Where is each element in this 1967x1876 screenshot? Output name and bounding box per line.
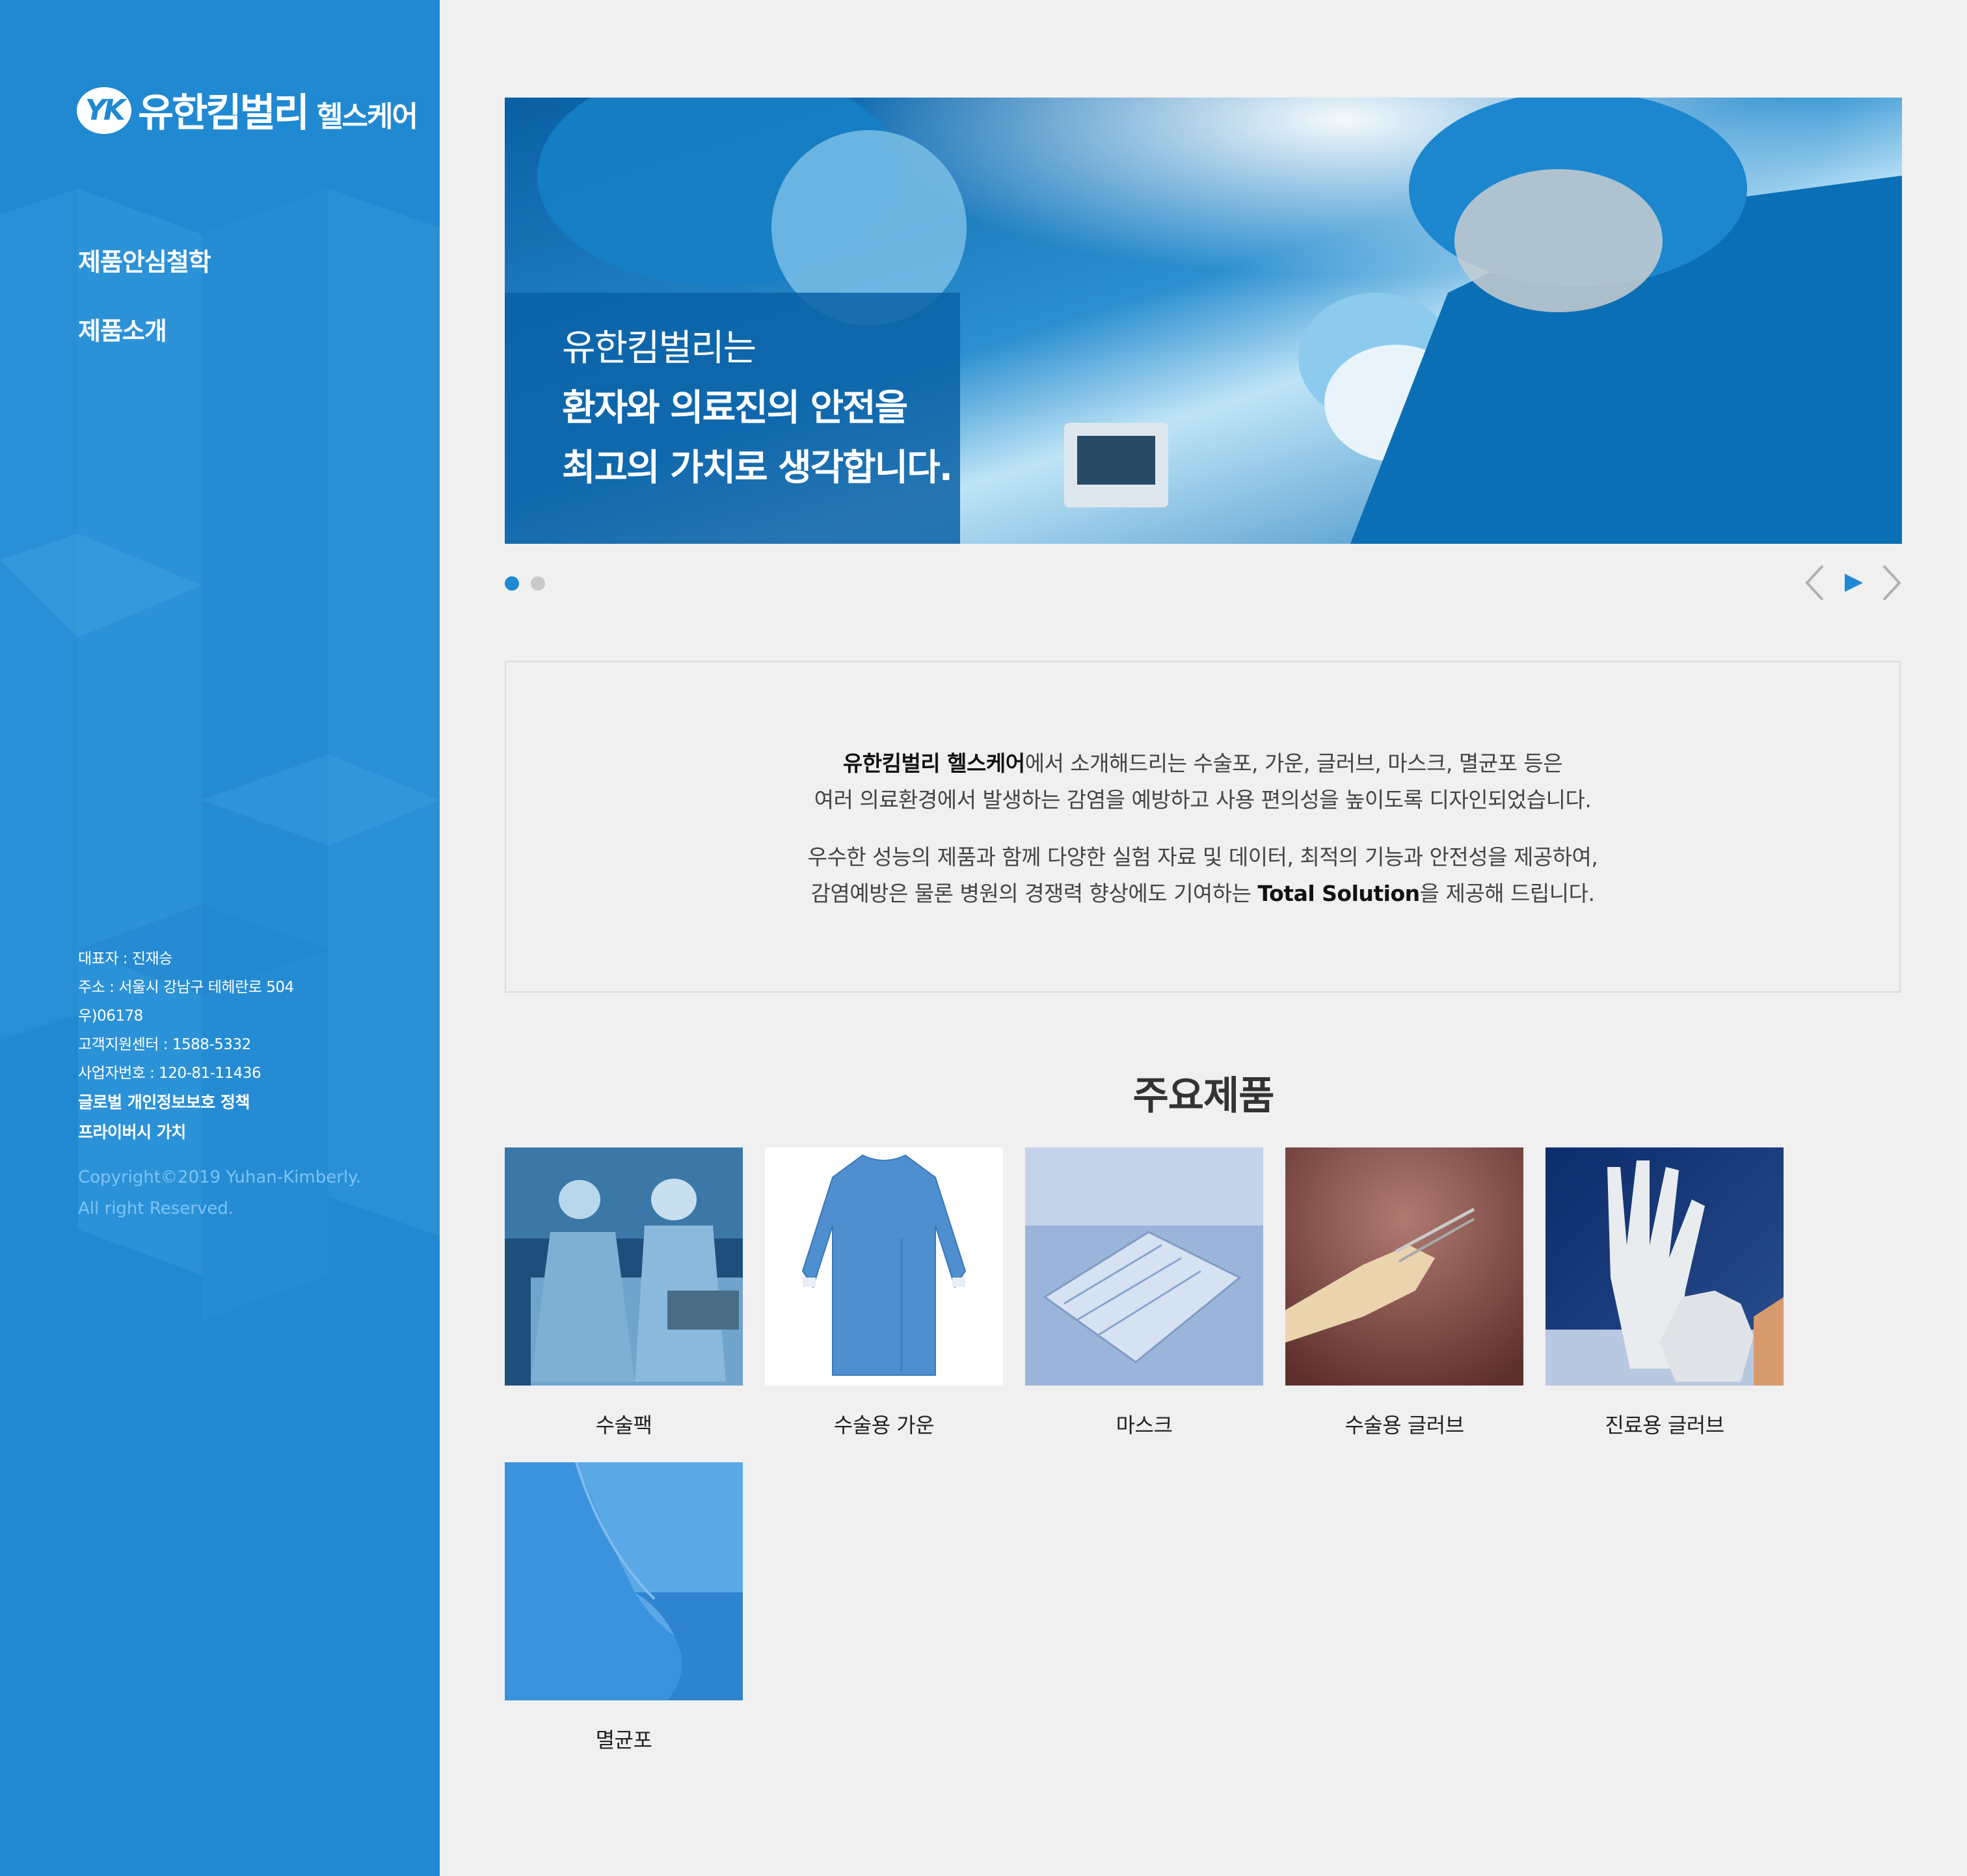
product-image [505,1147,743,1386]
product-card-sterilization-wrap[interactable]: 멸균포 [505,1462,743,1754]
product-card-exam-glove[interactable]: 진료용 글러브 [1545,1147,1784,1439]
biz-number-text: 사업자번호 : 120-81-11436 [78,1065,261,1082]
nav-item-products[interactable]: 제품소개 [78,311,167,347]
product-name: 수술팩 [595,1413,652,1438]
logo-name: 유한킴벌리 [138,90,310,136]
banner-caption: 유한킴벌리는 환자와 의료진의 안전을 최고의 가치로 생각합니다. [562,319,953,498]
sidebar: YK 유한킴벌리 헬스케어 제품안심철학 제품소개 대표자 : 진재승 주소 :… [0,0,440,1876]
intro-box: 유한킴벌리 헬스케어에서 소개해드리는 수술포, 가운, 글러브, 마스크, 멸… [505,661,1901,993]
zip-text: 우)06178 [78,1008,143,1025]
copyright-line-2: All right Reserved. [78,1199,234,1218]
company-info: 대표자 : 진재승 주소 : 서울시 강남구 테헤란로 504 우)06178 … [78,945,361,1224]
copyright-line-1: Copyright©2019 Yuhan-Kimberly. [78,1168,362,1187]
privacy-value-link[interactable]: 프라이버시 가치 [78,1118,361,1147]
product-card-surgical-glove[interactable]: 수술용 글러브 [1285,1147,1523,1439]
product-card-surgical-pack[interactable]: 수술팩 [505,1147,743,1439]
intro-total-solution: Total Solution [1257,881,1421,906]
product-name: 멸균포 [595,1728,652,1752]
play-icon[interactable] [1841,562,1866,604]
copyright: Copyright©2019 Yuhan-Kimberly. All right… [78,1162,361,1224]
product-name: 마스크 [1116,1413,1173,1438]
product-image [1285,1147,1523,1386]
product-image [1545,1147,1784,1386]
products-title: 주요제품 [1132,1073,1275,1119]
intro-p2-pre: 감염예방은 물론 병원의 경쟁력 향상에도 기여하는 [810,881,1258,906]
intro-p2-line1: 우수한 성능의 제품과 함께 다양한 실험 자료 및 데이터, 최적의 기능과 … [807,844,1598,870]
nav-item-product-philosophy[interactable]: 제품안심철학 [78,242,211,278]
brand-logo[interactable]: YK 유한킴벌리 헬스케어 [77,87,418,137]
product-name: 수술용 가운 [833,1413,935,1438]
intro-p2-post: 을 제공해 드립니다. [1419,881,1595,906]
intro-brand: 유한킴벌리 헬스케어 [842,751,1025,776]
logo-sub: 헬스케어 [317,100,418,133]
background-pattern [0,189,440,1320]
product-name: 진료용 글러브 [1605,1413,1724,1438]
product-card-surgical-gown[interactable]: 수술용 가운 [765,1147,1003,1439]
logo-mark-icon: YK [77,87,131,134]
intro-p1-line2: 여러 의료환경에서 발생하는 감염을 예방하고 사용 편의성을 높이도록 디자인… [814,787,1592,812]
ceo-text: 대표자 : 진재승 [78,950,172,967]
slide-dot-2[interactable] [531,576,545,591]
hero-banner[interactable]: 유한킴벌리는 환자와 의료진의 안전을 최고의 가치로 생각합니다. [505,98,1902,544]
slide-indicator [505,576,545,591]
intro-paragraph-2: 우수한 성능의 제품과 함께 다양한 실험 자료 및 데이터, 최적의 기능과 … [506,839,1899,912]
address-text: 주소 : 서울시 강남구 테헤란로 504 [78,979,294,996]
chevron-left-icon[interactable] [1802,562,1826,604]
product-image [505,1462,743,1700]
product-image [1025,1147,1263,1386]
banner-line-1: 유한킴벌리는 [562,327,756,369]
slide-dot-1[interactable] [505,576,519,591]
chevron-right-icon[interactable] [1880,562,1905,604]
product-name: 수술용 글러브 [1345,1413,1464,1438]
intro-p1-text: 에서 소개해드리는 수술포, 가운, 글러브, 마스크, 멸균포 등은 [1024,751,1563,776]
intro-paragraph-1: 유한킴벌리 헬스케어에서 소개해드리는 수술포, 가운, 글러브, 마스크, 멸… [506,745,1899,818]
product-card-mask[interactable]: 마스크 [1025,1147,1263,1439]
product-image [765,1147,1003,1386]
banner-line-3: 최고의 가치로 생각합니다. [562,447,953,489]
cs-center-text: 고객지원센터 : 1588-5332 [78,1036,251,1053]
privacy-policy-link[interactable]: 글로벌 개인정보보호 정책 [78,1088,361,1118]
slider-controls [1802,562,1905,604]
banner-line-2: 환자와 의료진의 안전을 [562,387,908,429]
